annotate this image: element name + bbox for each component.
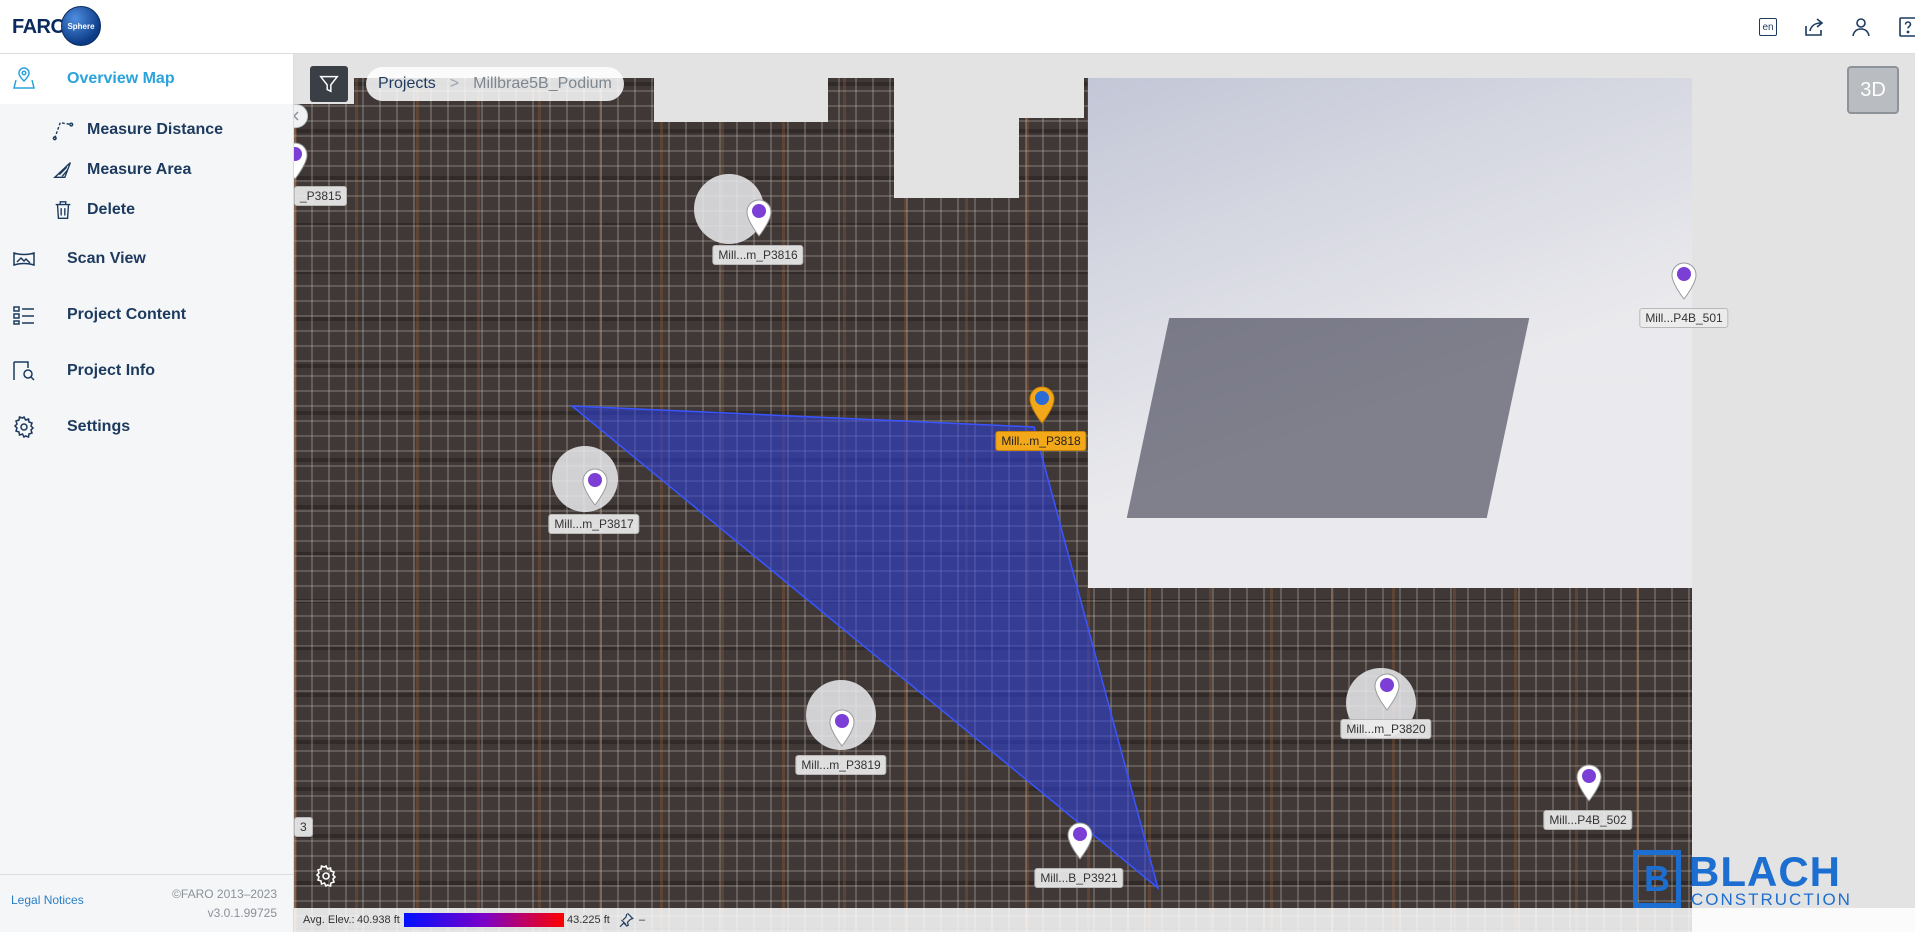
nav-scan-view[interactable]: Scan View bbox=[0, 234, 293, 284]
scan-bright-region bbox=[1088, 78, 1692, 588]
nav-project-info[interactable]: Project Info bbox=[0, 346, 293, 396]
elevation-legend: Avg. Elev.: 40.938 ft 43.225 ft – bbox=[294, 908, 1915, 932]
user-icon bbox=[1852, 18, 1870, 37]
elevation-label: Avg. Elev.: bbox=[303, 914, 355, 926]
scan-pin-icon[interactable] bbox=[294, 140, 310, 180]
app-header: FARO Sphere en bbox=[0, 0, 1915, 54]
breadcrumb-current[interactable]: Millbrae5B_Podium bbox=[473, 75, 612, 93]
toggle-3d-button[interactable]: 3D bbox=[1847, 66, 1899, 114]
scan-pin-label[interactable]: Mill...B_P3921 bbox=[1034, 868, 1124, 888]
map-settings-button[interactable] bbox=[310, 860, 342, 892]
share-icon bbox=[1805, 18, 1824, 36]
sidebar: Overview Map Measure Distance Measure Ar… bbox=[0, 54, 294, 932]
pin-icon[interactable] bbox=[617, 911, 635, 929]
gear-icon bbox=[315, 864, 337, 888]
gear-icon bbox=[13, 415, 35, 439]
scan-pin-label[interactable]: Mill...m_P3819 bbox=[795, 755, 887, 775]
chevron-left-icon bbox=[294, 111, 299, 121]
user-button[interactable] bbox=[1846, 12, 1876, 42]
nav-label: Measure Area bbox=[87, 161, 192, 178]
language-button[interactable]: en bbox=[1753, 12, 1783, 42]
chevron-right-icon: > bbox=[449, 75, 460, 92]
nav-label: Overview Map bbox=[67, 70, 175, 87]
selected-scan-pin-icon[interactable] bbox=[1027, 384, 1057, 424]
map-pin-icon bbox=[13, 67, 35, 89]
scan-pin-label[interactable]: Mill...m_P3820 bbox=[1340, 719, 1432, 739]
nav-measure-distance[interactable]: Measure Distance bbox=[0, 112, 293, 148]
scan-pin-icon[interactable] bbox=[1372, 671, 1402, 711]
scan-pin-label[interactable]: 3 bbox=[294, 817, 313, 837]
scan-pin-icon[interactable] bbox=[744, 197, 774, 237]
help-button[interactable] bbox=[1893, 12, 1915, 42]
scan-pin-label[interactable]: _P3815 bbox=[294, 186, 348, 206]
info-icon bbox=[13, 361, 35, 381]
selected-scan-pin-label[interactable]: Mill...m_P3818 bbox=[995, 431, 1087, 451]
measure-area-icon bbox=[53, 162, 71, 179]
sidebar-footer: Legal Notices ©FARO 2013–2023 v3.0.1.997… bbox=[0, 874, 293, 932]
elevation-min: 40.938 ft bbox=[357, 914, 400, 926]
pinned-elevation: – bbox=[639, 914, 646, 926]
nav-label: Delete bbox=[87, 201, 136, 218]
nav-delete[interactable]: Delete bbox=[0, 192, 293, 228]
help-icon bbox=[1899, 17, 1915, 37]
panorama-icon bbox=[13, 251, 35, 267]
nav-label: Project Content bbox=[67, 306, 187, 323]
trash-icon bbox=[55, 201, 71, 219]
share-button[interactable] bbox=[1799, 12, 1829, 42]
breadcrumb: Projects > Millbrae5B_Podium bbox=[366, 67, 624, 101]
scan-pin-label[interactable]: Mill...P4B_501 bbox=[1639, 308, 1729, 328]
nav-label: Measure Distance bbox=[87, 121, 224, 138]
measure-distance-icon bbox=[52, 121, 74, 141]
scan-pin-icon[interactable] bbox=[1065, 820, 1095, 860]
scan-pin-icon[interactable] bbox=[1669, 260, 1699, 300]
copyright-text: ©FARO 2013–2023 bbox=[172, 887, 277, 901]
scan-pin-label[interactable]: Mill...m_P3817 bbox=[548, 514, 640, 534]
list-icon bbox=[13, 306, 34, 325]
nav-label: Project Info bbox=[67, 362, 156, 379]
nav-project-content[interactable]: Project Content bbox=[0, 290, 293, 340]
scan-pin-icon[interactable] bbox=[580, 466, 610, 506]
blach-sub: CONSTRUCTION bbox=[1691, 890, 1852, 909]
elevation-gradient bbox=[404, 913, 564, 927]
legal-notices-link[interactable]: Legal Notices bbox=[11, 893, 84, 907]
breadcrumb-projects[interactable]: Projects bbox=[378, 75, 436, 93]
scan-pin-label[interactable]: Mill...P4B_502 bbox=[1543, 810, 1633, 830]
filter-button[interactable] bbox=[310, 66, 348, 102]
logo-text: FARO bbox=[12, 16, 66, 38]
elevation-max: 43.225 ft bbox=[567, 914, 610, 926]
scan-edge bbox=[894, 78, 1019, 198]
blach-name: BLACH bbox=[1689, 848, 1841, 895]
scan-pin-label[interactable]: Mill...m_P3816 bbox=[712, 245, 804, 265]
version-text: v3.0.1.99725 bbox=[207, 906, 277, 920]
nav-label: Settings bbox=[67, 418, 131, 435]
scan-pin-icon[interactable] bbox=[1574, 762, 1604, 802]
faro-sphere-logo[interactable]: FARO Sphere bbox=[12, 6, 104, 46]
scan-edge bbox=[654, 78, 828, 122]
language-icon: en bbox=[1759, 18, 1777, 36]
nav-settings[interactable]: Settings bbox=[0, 402, 293, 452]
nav-overview-map[interactable]: Overview Map bbox=[0, 54, 293, 104]
nav-label: Scan View bbox=[67, 250, 146, 267]
overview-map[interactable]: Projects > Millbrae5B_Podium 3D _P3815 M… bbox=[294, 54, 1915, 932]
logo-sphere: Sphere bbox=[61, 6, 101, 46]
scan-pin-icon[interactable] bbox=[827, 707, 857, 747]
nav-measure-area[interactable]: Measure Area bbox=[0, 152, 293, 188]
filter-icon bbox=[319, 75, 339, 93]
